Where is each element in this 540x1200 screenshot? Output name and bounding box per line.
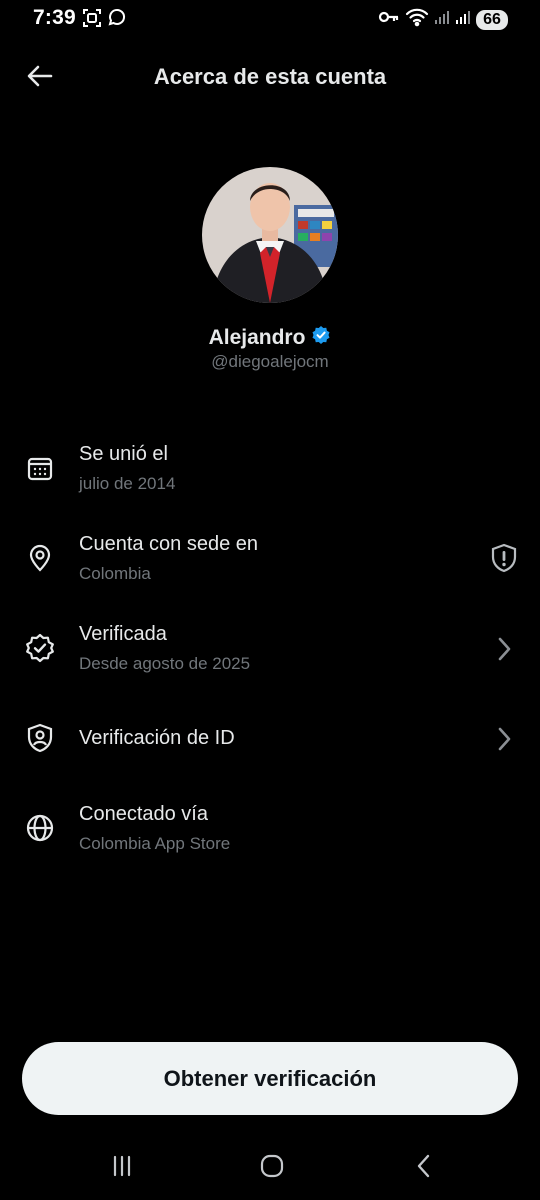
system-back-button[interactable] [404, 1152, 444, 1184]
info-subtitle: julio de 2014 [79, 474, 176, 493]
get-verification-button[interactable]: Obtener verificación [22, 1042, 518, 1115]
recents-button[interactable] [102, 1152, 142, 1184]
info-subtitle: Desde agosto de 2025 [79, 654, 251, 673]
info-item-location: Cuenta con sede en Colombia [0, 530, 540, 610]
info-title: Verificación de ID [79, 727, 235, 749]
signal-icon [434, 9, 450, 30]
verified-badge-icon [311, 325, 331, 350]
wifi-icon [405, 7, 429, 32]
info-title: Verificada [79, 623, 167, 645]
home-icon [259, 1153, 285, 1184]
whatsapp-icon [106, 8, 126, 33]
get-verification-label: Obtener verificación [163, 1065, 377, 1091]
home-button[interactable] [252, 1152, 292, 1184]
screenshot-icon [82, 8, 102, 33]
display-name: Alejandro [208, 325, 306, 349]
globe-icon [24, 812, 56, 844]
info-item-id-verification[interactable]: Verificación de ID [0, 710, 540, 790]
info-item-verified[interactable]: Verificada Desde agosto de 2025 [0, 620, 540, 700]
profile-handle: @diegoalejocm [211, 352, 329, 371]
status-time: 7:39 [33, 6, 76, 29]
status-right-icons: 66 [378, 7, 508, 32]
chevron-right-icon [488, 633, 520, 665]
display-name-row: Alejandro [0, 325, 540, 350]
info-title: Conectado vía [79, 803, 208, 825]
id-shield-icon [24, 722, 56, 754]
signal-icon [455, 9, 471, 30]
info-title: Cuenta con sede en [79, 533, 259, 555]
navigation-bar [0, 1140, 540, 1200]
location-pin-icon [24, 542, 56, 574]
verified-badge-icon [24, 632, 56, 664]
info-subtitle: Colombia App Store [79, 834, 231, 853]
info-item-joined: Se unió el julio de 2014 [0, 440, 540, 520]
avatar[interactable] [202, 167, 338, 303]
chevron-right-icon [488, 723, 520, 755]
recents-icon [110, 1154, 134, 1183]
back-icon [414, 1153, 434, 1184]
calendar-icon [24, 452, 56, 484]
status-bar: 7:39 66 [0, 0, 540, 36]
info-title: Se unió el [79, 443, 168, 465]
key-icon [378, 10, 400, 29]
page-title: Acerca de esta cuenta [153, 64, 387, 89]
info-item-connected-via: Conectado vía Colombia App Store [0, 800, 540, 880]
info-subtitle: Colombia [79, 564, 151, 583]
shield-alert-icon[interactable] [488, 542, 520, 574]
battery-indicator: 66 [476, 9, 508, 30]
header: Acerca de esta cuenta [0, 52, 540, 102]
status-left-icons [82, 8, 126, 33]
